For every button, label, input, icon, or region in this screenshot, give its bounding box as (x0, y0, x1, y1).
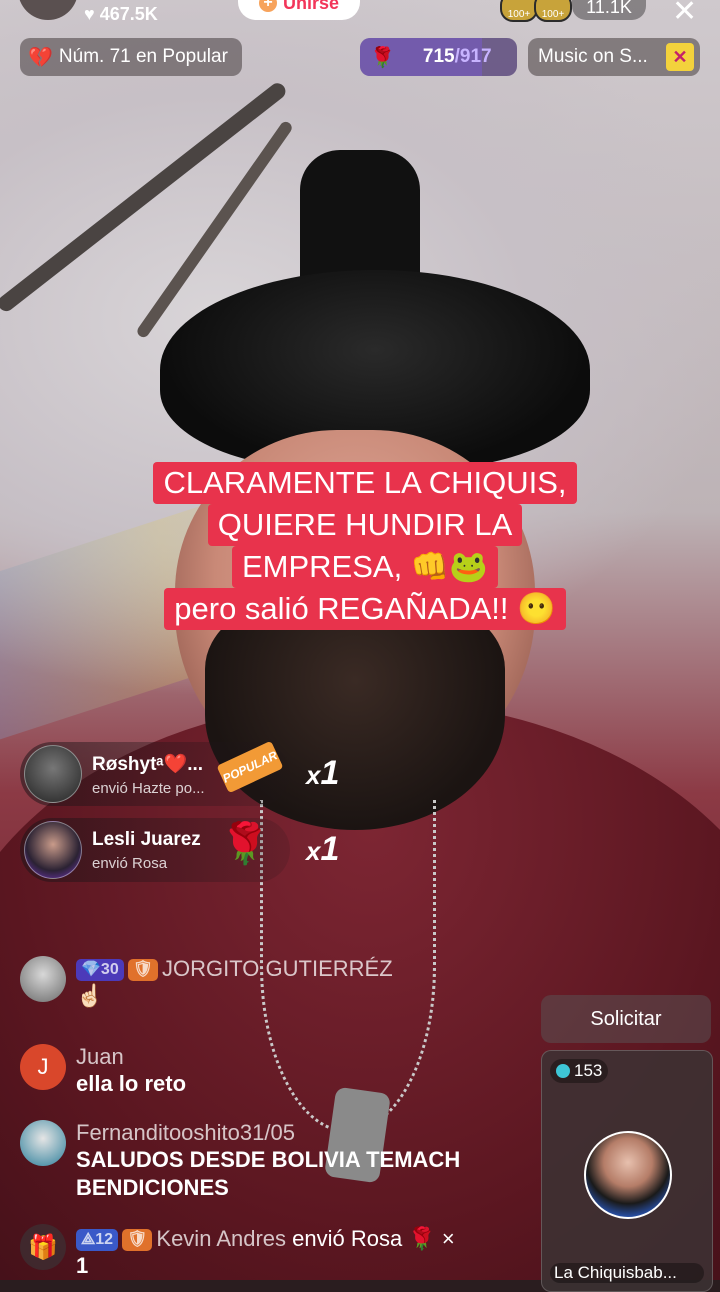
gift-notification[interactable]: Lesli Juarez envió Rosa 🌹 x1 (20, 818, 339, 882)
popular-gift-icon: POPULAR (216, 740, 284, 794)
gift-sender-name: Røshytᵃ❤️... (92, 753, 204, 775)
chat-username[interactable]: Fernanditooshito31/05 (76, 1120, 516, 1146)
join-button[interactable]: + Unirse (238, 0, 360, 20)
chat-text: envió Rosa 🌹 × (292, 1226, 455, 1251)
close-icon[interactable]: ✕ (672, 0, 697, 29)
guest-score: 153 (550, 1059, 609, 1083)
chat-text: SALUDOS DESDE BOLIVIA TEMACH BENDICIONES (76, 1147, 461, 1200)
chat-message[interactable]: Fernanditooshito31/05 SALUDOS DESDE BOLI… (20, 1120, 520, 1202)
gift-multiplier: x1 (306, 754, 340, 792)
coin-icon (556, 1064, 570, 1078)
gift-icon[interactable]: 🎁 (20, 1224, 66, 1270)
music-pill[interactable]: Music on S... ✕ (528, 38, 700, 76)
guest-avatar[interactable] (584, 1131, 672, 1219)
caption-line: QUIERE HUNDIR LA (207, 504, 523, 546)
viewer-count[interactable]: 11.1K (572, 0, 646, 20)
gift-notification[interactable]: Røshytᵃ❤️... envió Hazte po... POPULAR x… (20, 740, 339, 806)
chat-username[interactable]: Kevin Andres (156, 1226, 286, 1251)
chat-text: ella lo reto (76, 1071, 187, 1096)
gift-box-icon: ✕ (666, 43, 694, 71)
caption-line: CLARAMENTE LA CHIQUIS, (153, 462, 577, 504)
avatar[interactable] (20, 956, 66, 1002)
caption-line: pero salió REGAÑADA!! 😶 (164, 588, 566, 630)
chat-text: 1 (76, 1253, 89, 1278)
broken-heart-icon: 💔 (28, 46, 53, 69)
request-join-button[interactable]: Solicitar (541, 995, 711, 1043)
ranking-pill[interactable]: 💔 Núm. 71 en Popular (20, 38, 242, 76)
viewer-badge[interactable]: 100+ (534, 0, 572, 22)
likes-count: ♥ 467.5K (84, 4, 158, 24)
rose-icon: 🌹 (220, 822, 270, 866)
gift-description: envió Rosa (92, 854, 168, 872)
chat-username[interactable]: JORGITO GUTIERRÉZ (162, 956, 393, 981)
level-badge: 💎30 (76, 959, 124, 982)
gift-multiplier: x1 (306, 830, 340, 868)
caption-line: EMPRESA, 👊🐸 (231, 546, 499, 588)
gift-description: envió Hazte po... (92, 779, 205, 797)
chat-message[interactable]: J Juan ella lo reto (20, 1044, 520, 1098)
fan-badge: 🛡 (122, 1229, 153, 1252)
guest-card[interactable]: 153 La Chiquisbab... (541, 1050, 713, 1292)
avatar[interactable] (24, 745, 82, 803)
gift-sender-name: Lesli Juarez (92, 828, 201, 850)
plus-icon: + (258, 0, 277, 12)
chat-text: ☝🏻 (76, 983, 104, 1008)
avatar[interactable] (20, 1120, 66, 1166)
fan-badge: 🛡 (127, 959, 159, 982)
guest-name: La Chiquisbab... (550, 1263, 704, 1283)
chat-message[interactable]: 💎30 🛡 JORGITO GUTIERRÉZ ☝🏻 (20, 956, 520, 1010)
chat-username[interactable]: Juan (76, 1044, 186, 1070)
top-viewers[interactable]: 100+ 100+ (500, 0, 572, 22)
avatar[interactable]: J (20, 1044, 66, 1090)
level-badge: ⟁12 (76, 1229, 119, 1252)
viewer-badge[interactable]: 100+ (500, 0, 538, 22)
rose-icon: 🌹 (370, 46, 395, 69)
gift-goal-pill[interactable]: 🌹 715/917 (360, 38, 517, 76)
chat-message[interactable]: ⟁12 🛡 Kevin Andres envió Rosa 🌹 × 1 (76, 1226, 536, 1280)
avatar[interactable] (24, 821, 82, 879)
stream-caption: CLARAMENTE LA CHIQUIS, QUIERE HUNDIR LA … (145, 462, 585, 630)
